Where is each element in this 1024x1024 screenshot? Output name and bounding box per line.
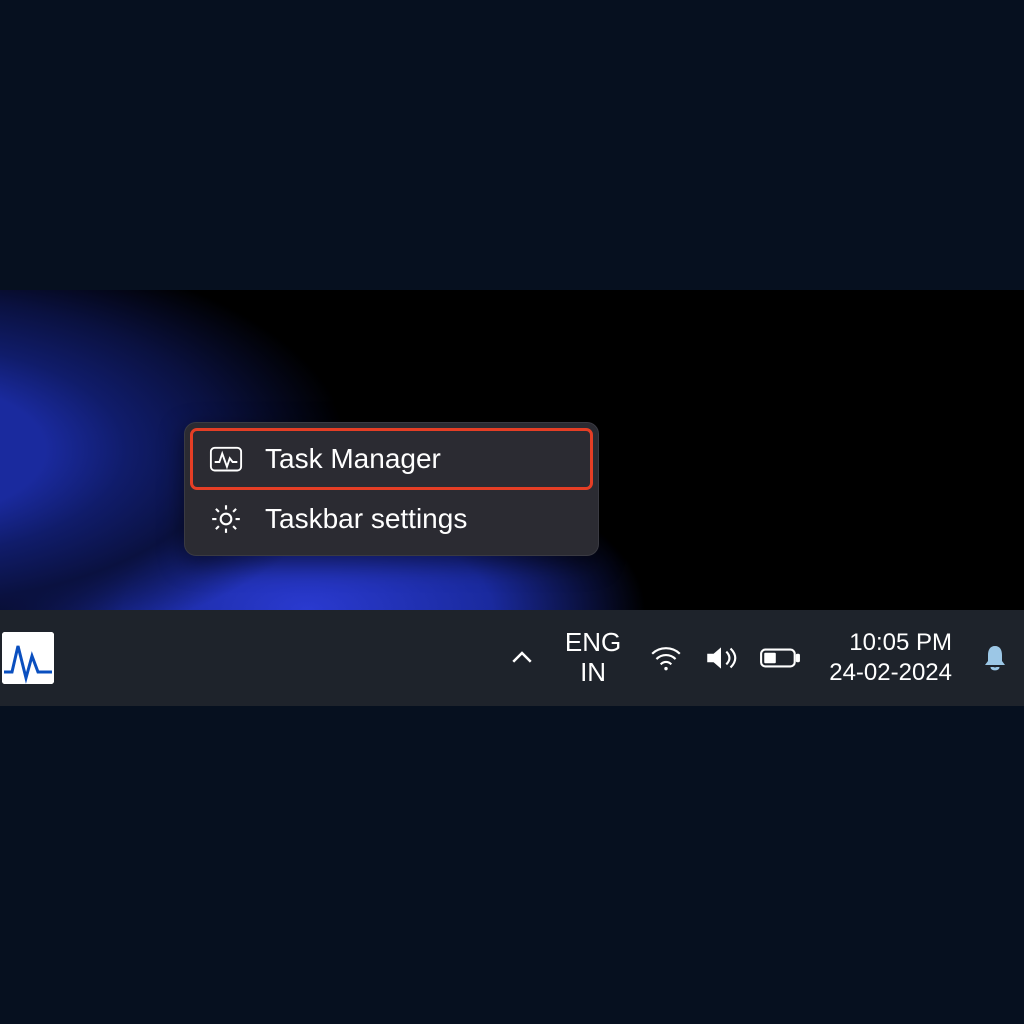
tray-status-icons[interactable]	[649, 643, 801, 673]
notifications-button[interactable]	[980, 643, 1010, 673]
task-manager-app[interactable]	[2, 632, 54, 684]
language-indicator[interactable]: ENG IN	[565, 628, 621, 688]
system-tray-area: ENG IN	[507, 628, 1024, 688]
language-line1: ENG	[565, 628, 621, 658]
clock-time: 10:05 PM	[829, 628, 952, 658]
language-line2: IN	[565, 658, 621, 688]
menu-item-taskbar-settings[interactable]: Taskbar settings	[191, 489, 592, 549]
wifi-icon[interactable]	[649, 644, 683, 672]
tray-overflow-button[interactable]	[507, 643, 537, 673]
taskbar-pinned-apps	[2, 632, 54, 684]
taskbar[interactable]: ENG IN	[0, 610, 1024, 706]
battery-icon[interactable]	[759, 646, 801, 670]
volume-icon[interactable]	[703, 643, 739, 673]
clock-date: 24-02-2024	[829, 658, 952, 688]
taskbar-context-menu: Task Manager Taskbar settings	[184, 422, 599, 556]
menu-item-label: Task Manager	[265, 443, 441, 475]
taskbar-clock[interactable]: 10:05 PM 24-02-2024	[829, 628, 952, 688]
gear-icon	[209, 504, 243, 534]
menu-item-label: Taskbar settings	[265, 503, 467, 535]
pulse-monitor-icon	[209, 444, 243, 474]
menu-item-task-manager[interactable]: Task Manager	[191, 429, 592, 489]
